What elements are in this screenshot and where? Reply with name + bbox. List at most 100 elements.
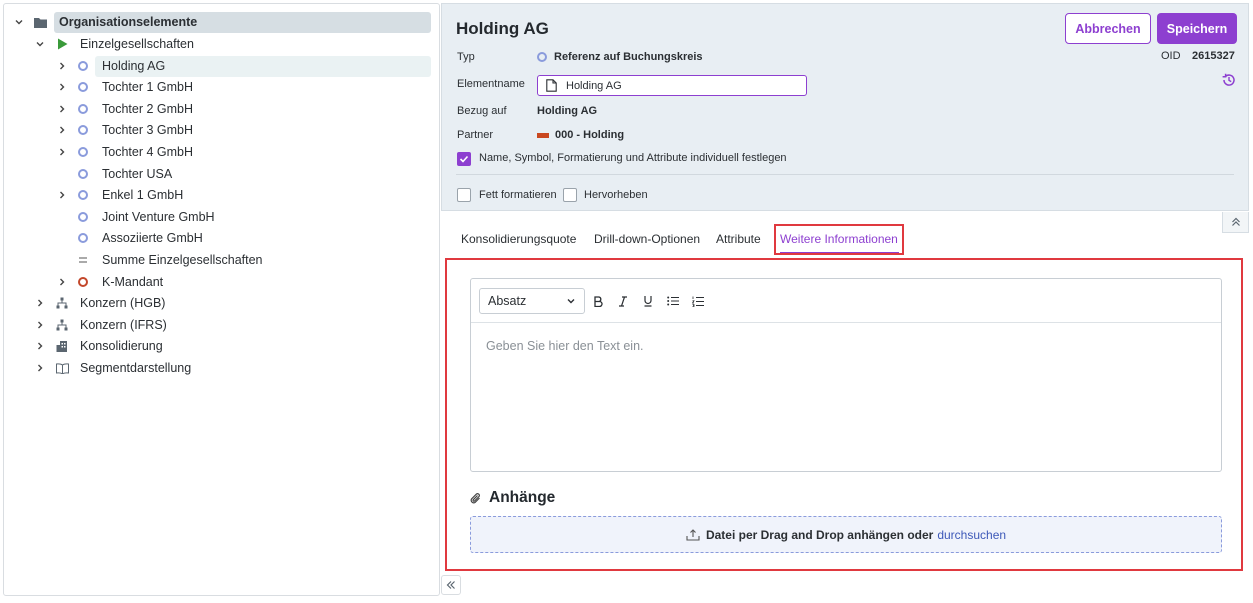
org-tree-panel: Organisationselemente Einzelgesellschaft… [3, 3, 440, 596]
tree-node-label: Holding AG [102, 59, 166, 73]
numbered-list-button[interactable] [690, 293, 706, 309]
tree-node-label: Tochter 1 GmbH [102, 80, 194, 94]
chevron-down-icon[interactable] [33, 37, 47, 51]
typ-label: Typ [457, 51, 475, 63]
tree-node-root[interactable]: Organisationselemente [4, 12, 431, 33]
building-icon [55, 339, 69, 353]
chevron-right-icon[interactable] [33, 318, 47, 332]
tree-node-konzern-ifrs[interactable]: Konzern (IFRS) [4, 315, 431, 336]
company-node-icon [76, 210, 90, 224]
reference-node-icon [537, 52, 547, 62]
bold-format-checkbox[interactable] [457, 188, 471, 202]
play-icon [55, 37, 69, 51]
header-divider [456, 174, 1234, 175]
tree-node-holding-ag[interactable]: Holding AG [4, 56, 431, 77]
mandant-node-icon [76, 275, 90, 289]
collapse-tree-button[interactable] [441, 575, 461, 595]
page-title: Holding AG [456, 19, 549, 38]
chevron-right-icon[interactable] [33, 361, 47, 375]
double-chevron-up-icon [1231, 217, 1240, 226]
italic-icon [619, 295, 627, 307]
highlight-checkbox[interactable] [563, 188, 577, 202]
partner-value-text: 000 - Holding [555, 129, 625, 141]
tree-node-label: Konzern (IFRS) [80, 318, 167, 332]
underline-icon [644, 296, 652, 307]
folder-icon [33, 15, 47, 29]
tree-node-segmentdarstellung[interactable]: Segmentdarstellung [4, 358, 431, 379]
attachments-heading: Anhänge [470, 489, 555, 507]
chevron-right-icon[interactable] [33, 296, 47, 310]
cancel-button[interactable]: Abbrechen [1065, 13, 1151, 44]
editor-toolbar: Absatz [471, 279, 1221, 323]
typ-value-text: Referenz auf Buchungskreis [554, 51, 703, 63]
partner-color-swatch [537, 132, 549, 138]
tree-node-label: Tochter 2 GmbH [102, 102, 194, 116]
browse-link[interactable]: durchsuchen [937, 528, 1006, 542]
hierarchy-icon [55, 318, 69, 332]
tab-annotation-box [774, 224, 904, 255]
underline-button[interactable] [640, 293, 656, 309]
document-icon [546, 79, 557, 92]
chevron-down-icon [567, 299, 575, 304]
bezug-value: Holding AG [537, 105, 598, 117]
tree-node-summe[interactable]: Summe Einzelgesellschaften [4, 250, 431, 271]
typ-value: Referenz auf Buchungskreis [537, 51, 703, 63]
bullet-list-button[interactable] [665, 293, 681, 309]
detail-header: Holding AG Abbrechen Speichern Typ Refer… [441, 3, 1249, 211]
tree-node-label: Assoziierte GmbH [102, 231, 203, 245]
tree-node-tochter-3[interactable]: Tochter 3 GmbH [4, 120, 431, 141]
tree-node-einzelgesellschaften[interactable]: Einzelgesellschaften [4, 34, 431, 55]
tree-node-konsolidierung[interactable]: Konsolidierung [4, 336, 431, 357]
chevron-right-icon[interactable] [55, 188, 69, 202]
tree-node-tochter-2[interactable]: Tochter 2 GmbH [4, 99, 431, 120]
bezug-label: Bezug auf [457, 105, 507, 117]
elementname-field[interactable]: Holding AG [537, 75, 807, 96]
tree-node-tochter-usa[interactable]: Tochter USA [4, 164, 431, 185]
tab-drill-down-optionen[interactable]: Drill-down-Optionen [594, 232, 700, 246]
chevron-right-icon[interactable] [55, 102, 69, 116]
tree-node-joint-venture[interactable]: Joint Venture GmbH [4, 207, 431, 228]
company-node-icon [76, 123, 90, 137]
company-node-icon [76, 59, 90, 73]
tab-konsolidierungsquote[interactable]: Konsolidierungsquote [461, 232, 576, 246]
editor-placeholder: Geben Sie hier den Text ein. [486, 339, 644, 353]
oid-value: 2615327 [1192, 50, 1235, 62]
history-icon[interactable] [1221, 72, 1237, 88]
tree-node-label: Enkel 1 GmbH [102, 188, 184, 202]
tree-node-konzern-hgb[interactable]: Konzern (HGB) [4, 293, 431, 314]
bold-icon [594, 295, 603, 307]
save-button[interactable]: Speichern [1157, 13, 1237, 44]
chevron-right-icon[interactable] [33, 339, 47, 353]
tree-node-assoziierte[interactable]: Assoziierte GmbH [4, 228, 431, 249]
tree-node-tochter-4[interactable]: Tochter 4 GmbH [4, 142, 431, 163]
double-chevron-left-icon [446, 581, 455, 589]
chevron-right-icon[interactable] [55, 275, 69, 289]
check-icon [459, 155, 469, 163]
bullet-list-icon [667, 296, 679, 306]
tree-node-tochter-1[interactable]: Tochter 1 GmbH [4, 77, 431, 98]
tree-node-label: Tochter 3 GmbH [102, 123, 194, 137]
chevron-down-icon[interactable] [12, 15, 26, 29]
chevron-right-icon[interactable] [55, 59, 69, 73]
attachments-title: Anhänge [489, 489, 556, 506]
hierarchy-icon [55, 296, 69, 310]
partner-label: Partner [457, 129, 494, 141]
chevron-right-icon[interactable] [55, 123, 69, 137]
paragraph-format-select[interactable]: Absatz [479, 288, 585, 314]
partner-value: 000 - Holding [537, 129, 624, 141]
collapse-header-button[interactable] [1222, 212, 1249, 233]
rich-text-editor[interactable]: Absatz Geben Sie hier den Text ein. [470, 278, 1222, 472]
elementname-label: Elementname [457, 78, 525, 90]
tree-node-enkel-1[interactable]: Enkel 1 GmbH [4, 185, 431, 206]
chevron-right-icon[interactable] [55, 145, 69, 159]
tree-node-k-mandant[interactable]: K-Mandant [4, 272, 431, 293]
file-dropzone[interactable]: Datei per Drag and Drop anhängen oder du… [470, 516, 1222, 553]
tab-attribute[interactable]: Attribute [716, 232, 761, 246]
italic-button[interactable] [615, 293, 631, 309]
chevron-right-icon[interactable] [55, 80, 69, 94]
individual-settings-label: Name, Symbol, Formatierung und Attribute… [479, 152, 787, 164]
bold-button[interactable] [590, 293, 606, 309]
company-node-icon [76, 167, 90, 181]
individual-settings-checkbox[interactable] [457, 152, 471, 166]
bold-format-label: Fett formatieren [479, 189, 557, 201]
